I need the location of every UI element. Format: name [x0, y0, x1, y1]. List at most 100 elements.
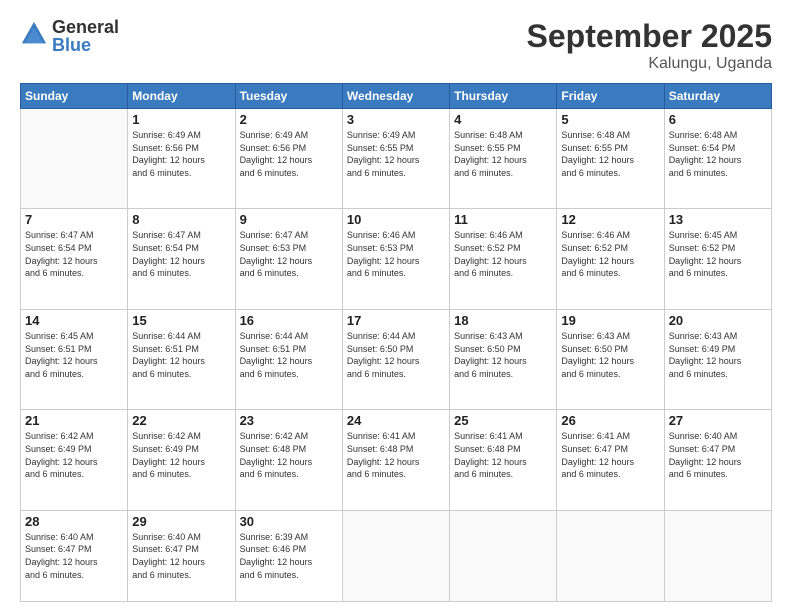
sunrise-text: Sunrise: 6:47 AM [132, 229, 230, 242]
daylight-text: and 6 minutes. [669, 267, 767, 280]
table-row: 17Sunrise: 6:44 AMSunset: 6:50 PMDayligh… [342, 309, 449, 409]
daylight-text: and 6 minutes. [561, 468, 659, 481]
daylight-text: and 6 minutes. [240, 267, 338, 280]
day-info: Sunrise: 6:48 AMSunset: 6:54 PMDaylight:… [669, 129, 767, 179]
daylight-text: Daylight: 12 hours [669, 355, 767, 368]
col-saturday: Saturday [664, 84, 771, 109]
daylight-text: Daylight: 12 hours [240, 355, 338, 368]
sunset-text: Sunset: 6:47 PM [669, 443, 767, 456]
day-info: Sunrise: 6:49 AMSunset: 6:55 PMDaylight:… [347, 129, 445, 179]
day-info: Sunrise: 6:48 AMSunset: 6:55 PMDaylight:… [454, 129, 552, 179]
sunrise-text: Sunrise: 6:48 AM [561, 129, 659, 142]
month-title: September 2025 [527, 18, 772, 55]
calendar-table: Sunday Monday Tuesday Wednesday Thursday… [20, 83, 772, 602]
day-info: Sunrise: 6:40 AMSunset: 6:47 PMDaylight:… [132, 531, 230, 581]
sunset-text: Sunset: 6:52 PM [454, 242, 552, 255]
daylight-text: and 6 minutes. [347, 167, 445, 180]
daylight-text: and 6 minutes. [347, 267, 445, 280]
daylight-text: and 6 minutes. [669, 167, 767, 180]
day-number: 29 [132, 514, 230, 529]
day-info: Sunrise: 6:45 AMSunset: 6:52 PMDaylight:… [669, 229, 767, 279]
sunset-text: Sunset: 6:51 PM [240, 343, 338, 356]
daylight-text: and 6 minutes. [454, 468, 552, 481]
table-row: 11Sunrise: 6:46 AMSunset: 6:52 PMDayligh… [450, 209, 557, 309]
sunset-text: Sunset: 6:52 PM [669, 242, 767, 255]
day-info: Sunrise: 6:49 AMSunset: 6:56 PMDaylight:… [132, 129, 230, 179]
daylight-text: and 6 minutes. [454, 368, 552, 381]
daylight-text: Daylight: 12 hours [561, 456, 659, 469]
daylight-text: and 6 minutes. [132, 167, 230, 180]
day-number: 16 [240, 313, 338, 328]
sunset-text: Sunset: 6:55 PM [347, 142, 445, 155]
logo: General Blue [20, 18, 119, 54]
sunset-text: Sunset: 6:54 PM [25, 242, 123, 255]
sunrise-text: Sunrise: 6:41 AM [561, 430, 659, 443]
sunset-text: Sunset: 6:50 PM [561, 343, 659, 356]
day-number: 26 [561, 413, 659, 428]
day-number: 28 [25, 514, 123, 529]
daylight-text: and 6 minutes. [240, 569, 338, 582]
daylight-text: Daylight: 12 hours [240, 456, 338, 469]
sunset-text: Sunset: 6:56 PM [240, 142, 338, 155]
daylight-text: Daylight: 12 hours [25, 456, 123, 469]
daylight-text: Daylight: 12 hours [132, 556, 230, 569]
table-row: 4 Sunrise: 6:48 AMSunset: 6:55 PMDaylight… [450, 109, 557, 209]
col-sunday: Sunday [21, 84, 128, 109]
day-number: 13 [669, 212, 767, 227]
day-number: 22 [132, 413, 230, 428]
daylight-text: Daylight: 12 hours [347, 154, 445, 167]
sunrise-text: Sunrise: 6:42 AM [240, 430, 338, 443]
sunrise-text: Sunrise: 6:40 AM [25, 531, 123, 544]
sunrise-text: Sunrise: 6:44 AM [240, 330, 338, 343]
sunset-text: Sunset: 6:51 PM [25, 343, 123, 356]
daylight-text: and 6 minutes. [454, 267, 552, 280]
day-number: 15 [132, 313, 230, 328]
day-info: Sunrise: 6:47 AMSunset: 6:54 PMDaylight:… [132, 229, 230, 279]
sunrise-text: Sunrise: 6:47 AM [240, 229, 338, 242]
sunrise-text: Sunrise: 6:42 AM [25, 430, 123, 443]
daylight-text: and 6 minutes. [561, 167, 659, 180]
sunset-text: Sunset: 6:54 PM [669, 142, 767, 155]
daylight-text: and 6 minutes. [240, 468, 338, 481]
day-info: Sunrise: 6:41 AMSunset: 6:48 PMDaylight:… [347, 430, 445, 480]
daylight-text: and 6 minutes. [347, 368, 445, 381]
table-row: 2Sunrise: 6:49 AMSunset: 6:56 PMDaylight… [235, 109, 342, 209]
sunset-text: Sunset: 6:55 PM [454, 142, 552, 155]
day-info: Sunrise: 6:43 AMSunset: 6:50 PMDaylight:… [561, 330, 659, 380]
table-row: 9Sunrise: 6:47 AMSunset: 6:53 PMDaylight… [235, 209, 342, 309]
sunset-text: Sunset: 6:47 PM [132, 543, 230, 556]
day-number: 19 [561, 313, 659, 328]
day-number: 9 [240, 212, 338, 227]
sunrise-text: Sunrise: 6:44 AM [347, 330, 445, 343]
table-row: 24Sunrise: 6:41 AMSunset: 6:48 PMDayligh… [342, 410, 449, 510]
day-number: 23 [240, 413, 338, 428]
daylight-text: and 6 minutes. [25, 368, 123, 381]
table-row: 10Sunrise: 6:46 AMSunset: 6:53 PMDayligh… [342, 209, 449, 309]
sunrise-text: Sunrise: 6:41 AM [454, 430, 552, 443]
sunset-text: Sunset: 6:48 PM [454, 443, 552, 456]
day-info: Sunrise: 6:48 AMSunset: 6:55 PMDaylight:… [561, 129, 659, 179]
sunrise-text: Sunrise: 6:47 AM [25, 229, 123, 242]
daylight-text: Daylight: 12 hours [454, 456, 552, 469]
sunrise-text: Sunrise: 6:43 AM [454, 330, 552, 343]
sunrise-text: Sunrise: 6:48 AM [669, 129, 767, 142]
sunrise-text: Sunrise: 6:46 AM [561, 229, 659, 242]
day-number: 6 [669, 112, 767, 127]
daylight-text: and 6 minutes. [132, 368, 230, 381]
day-info: Sunrise: 6:44 AMSunset: 6:51 PMDaylight:… [132, 330, 230, 380]
sunrise-text: Sunrise: 6:45 AM [25, 330, 123, 343]
daylight-text: Daylight: 12 hours [561, 154, 659, 167]
daylight-text: Daylight: 12 hours [454, 255, 552, 268]
sunset-text: Sunset: 6:51 PM [132, 343, 230, 356]
daylight-text: and 6 minutes. [240, 167, 338, 180]
day-number: 17 [347, 313, 445, 328]
daylight-text: Daylight: 12 hours [25, 355, 123, 368]
daylight-text: Daylight: 12 hours [132, 456, 230, 469]
daylight-text: Daylight: 12 hours [240, 154, 338, 167]
sunset-text: Sunset: 6:47 PM [561, 443, 659, 456]
day-number: 4 [454, 112, 552, 127]
sunset-text: Sunset: 6:47 PM [25, 543, 123, 556]
table-row [450, 510, 557, 601]
table-row: 26 Sunrise: 6:41 AMSunset: 6:47 PMDayligh… [557, 410, 664, 510]
col-tuesday: Tuesday [235, 84, 342, 109]
